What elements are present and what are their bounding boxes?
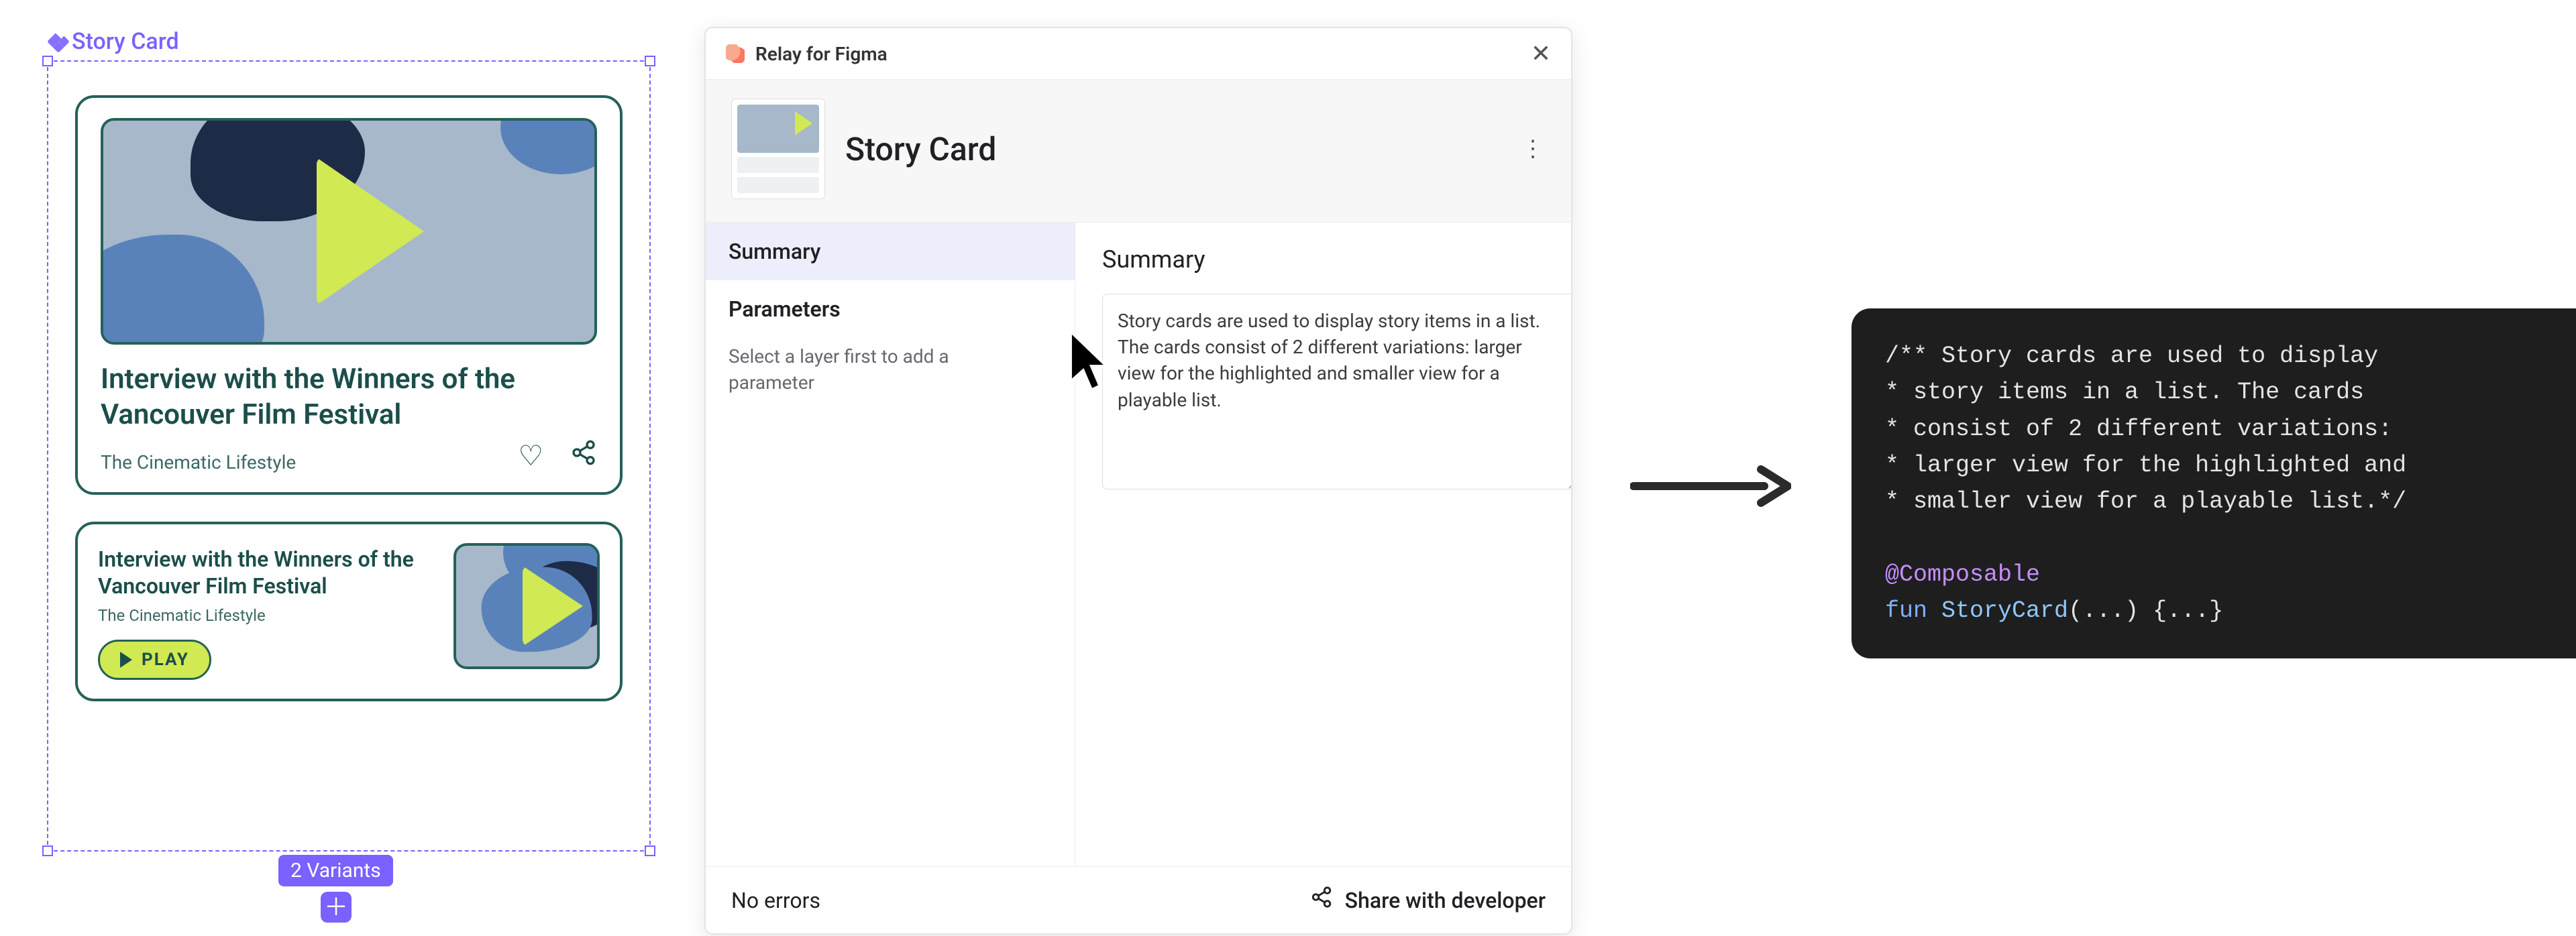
- relay-logo-icon: [726, 44, 745, 63]
- code-line: * consist of 2 different variations:: [1885, 416, 2392, 443]
- selection-handle-tr[interactable]: [645, 56, 655, 66]
- selection-handle-br[interactable]: [645, 845, 655, 856]
- variants-count-badge[interactable]: 2 Variants: [278, 855, 393, 886]
- figma-component-label[interactable]: Story Card: [50, 28, 179, 55]
- more-menu-icon[interactable]: ⋮: [1521, 135, 1546, 162]
- code-keyword: fun: [1885, 597, 1927, 624]
- selection-handle-tl[interactable]: [42, 56, 53, 66]
- story-card-subtitle: The Cinematic Lifestyle: [98, 606, 433, 625]
- relay-panel: Relay for Figma ✕ Story Card ⋮ Summary P…: [704, 27, 1572, 935]
- selection-handle-bl[interactable]: [42, 845, 53, 856]
- relay-titlebar: Relay for Figma ✕: [706, 28, 1571, 80]
- tab-summary[interactable]: Summary: [706, 223, 1075, 280]
- add-variant-button[interactable]: ＋: [321, 892, 352, 923]
- component-thumbnail: [731, 99, 825, 199]
- relay-main-content: Summary: [1075, 223, 1571, 866]
- code-function-name: StoryCard: [1941, 597, 2068, 624]
- story-card-subtitle: The Cinematic Lifestyle: [101, 451, 296, 473]
- flow-arrow-icon: [1630, 463, 1791, 510]
- play-icon: [317, 158, 424, 305]
- story-card-title: Interview with the Winners of the Vancou…: [101, 362, 597, 432]
- play-button-label: PLAY: [142, 650, 189, 670]
- close-icon[interactable]: ✕: [1531, 42, 1551, 66]
- story-card-title: Interview with the Winners of the Vancou…: [98, 546, 433, 599]
- parameters-hint: Select a layer first to add a parameter: [706, 338, 993, 396]
- share-label: Share with developer: [1345, 888, 1546, 913]
- story-card-thumbnail: [453, 543, 600, 669]
- relay-sidebar: Summary Parameters Select a layer first …: [706, 223, 1075, 866]
- summary-textarea[interactable]: [1102, 294, 1572, 489]
- summary-heading: Summary: [1102, 245, 1544, 274]
- figma-component-name: Story Card: [72, 28, 179, 55]
- share-with-developer-button[interactable]: Share with developer: [1310, 886, 1546, 915]
- play-icon: [523, 566, 583, 646]
- play-icon: [120, 652, 132, 668]
- code-line: * larger view for the highlighted and: [1885, 452, 2406, 479]
- code-rest: (...) {...}: [2068, 597, 2223, 624]
- component-icon: [47, 30, 70, 53]
- relay-footer: No errors Share with developer: [706, 866, 1571, 933]
- story-card-thumbnail: [101, 118, 597, 345]
- footer-status: No errors: [731, 888, 820, 913]
- heart-icon[interactable]: ♡: [518, 439, 543, 473]
- story-card-small[interactable]: Interview with the Winners of the Vancou…: [75, 522, 623, 701]
- code-line: * story items in a list. The cards: [1885, 379, 2364, 406]
- generated-code-preview: /** Story cards are used to display * st…: [1851, 308, 2576, 658]
- share-icon[interactable]: [570, 439, 597, 473]
- code-annotation: @Composable: [1885, 561, 2040, 588]
- story-card-large[interactable]: Interview with the Winners of the Vancou…: [75, 95, 623, 495]
- relay-app-title: Relay for Figma: [755, 43, 888, 65]
- relay-component-header: Story Card ⋮: [706, 80, 1571, 223]
- play-button[interactable]: PLAY: [98, 640, 211, 680]
- share-icon: [1310, 886, 1333, 915]
- relay-component-name: Story Card: [845, 130, 996, 168]
- code-line: /** Story cards are used to display: [1885, 343, 2378, 369]
- code-line: * smaller view for a playable list.*/: [1885, 488, 2406, 515]
- tab-parameters[interactable]: Parameters: [706, 280, 1075, 338]
- figma-selection-frame[interactable]: Interview with the Winners of the Vancou…: [47, 60, 651, 852]
